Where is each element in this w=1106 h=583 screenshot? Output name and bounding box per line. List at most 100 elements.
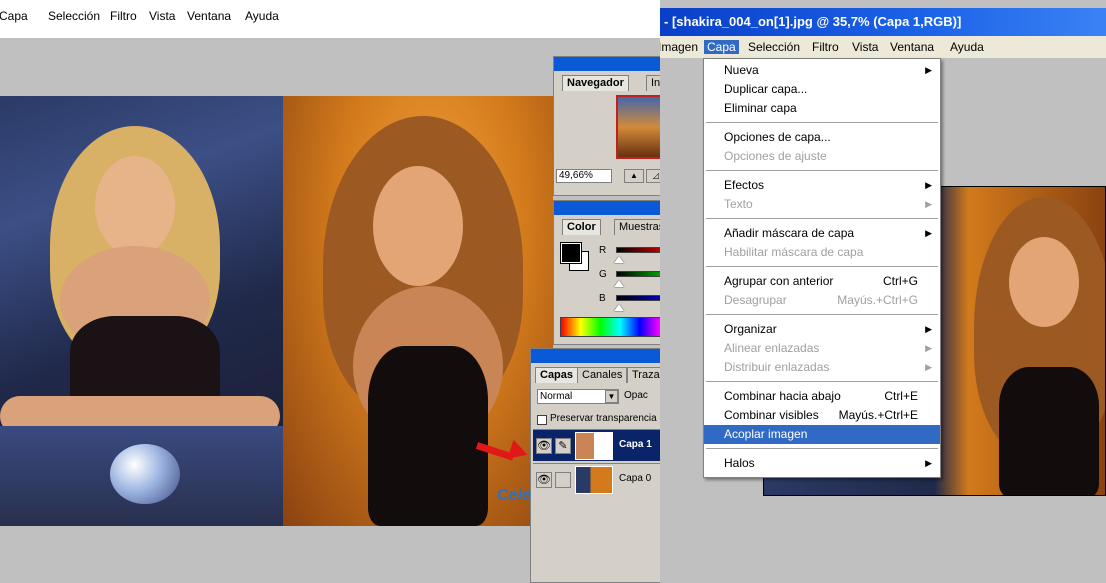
face-shape (1009, 237, 1079, 327)
palette-titlebar[interactable] (554, 57, 662, 71)
menu-item-halos[interactable]: Halos ▶ (704, 454, 940, 473)
layer-name[interactable]: Capa 0 (619, 473, 651, 484)
menu-item-shortcut: Mayús.+Ctrl+G (837, 293, 918, 307)
submenu-arrow-icon: ▶ (925, 65, 932, 75)
slider-r-label: R (599, 245, 607, 256)
window-title[interactable]: - [shakira_004_on[1].jpg @ 35,7% (Capa 1… (660, 8, 1106, 36)
menu-ventana[interactable]: Ventana (890, 40, 934, 54)
submenu-arrow-icon: ▶ (925, 228, 932, 238)
mountain-small-icon[interactable]: ▲ (624, 169, 644, 183)
crystal-ball (110, 444, 180, 504)
menu-item-label: Distribuir enlazadas (724, 360, 830, 374)
menu-separator (706, 170, 938, 171)
menu-seleccion[interactable]: Selección (748, 40, 800, 54)
menu-item-duplicar-capa[interactable]: Duplicar capa... (704, 80, 940, 99)
menu-item-eliminar-capa[interactable]: Eliminar capa (704, 99, 940, 118)
menu-separator (706, 448, 938, 449)
menu-item-label: Halos (724, 456, 755, 470)
slider-r-knob[interactable] (614, 256, 624, 263)
menu-item-label: Combinar hacia abajo (724, 389, 841, 403)
menu-separator (706, 314, 938, 315)
menu-item-label: Habilitar máscara de capa (724, 245, 864, 259)
preserve-transparency-checkbox[interactable] (537, 415, 547, 425)
menu-item-acoplar-imagen[interactable]: Acoplar imagen (704, 425, 940, 444)
watermark-text: Cele (497, 487, 531, 504)
menu-item-shortcut: Ctrl+G (882, 274, 918, 288)
slider-b-label: B (599, 293, 606, 304)
tab-navegador[interactable]: Navegador (562, 75, 629, 91)
menu-item-label: Añadir máscara de capa (724, 226, 855, 240)
chevron-down-icon[interactable]: ▼ (605, 390, 618, 403)
menu-item-alinear-enlazadas[interactable]: Alinear enlazadas ▶ (704, 339, 940, 358)
palette-titlebar[interactable] (531, 349, 669, 363)
menu-item-organizar[interactable]: Organizar ▶ (704, 320, 940, 339)
brush-icon[interactable]: ✎ (555, 438, 571, 454)
eye-icon[interactable]: 👁 (536, 472, 552, 488)
preserve-transparency-label: Preservar transparencia (550, 413, 657, 424)
layer-name[interactable]: Capa 1 (619, 439, 652, 450)
menu-item-opciones-de-capa[interactable]: Opciones de capa... (704, 128, 940, 147)
menu-item-label: Organizar (724, 322, 777, 336)
menu-item-texto[interactable]: Texto ▶ (704, 195, 940, 214)
menu-imagen[interactable]: Imagen (660, 40, 698, 54)
zoom-input[interactable]: 49,66% (556, 169, 612, 183)
layers-palette: Capas Canales Trazados Normal ▼ Opac Pre… (530, 348, 670, 583)
tab-capas[interactable]: Capas (535, 367, 579, 383)
color-spectrum-bar[interactable] (560, 317, 662, 337)
slider-g-track[interactable] (616, 271, 662, 277)
menu-vista[interactable]: Vista (852, 40, 878, 54)
slider-g-knob[interactable] (614, 280, 624, 287)
menu-vista[interactable]: Vista (149, 9, 175, 23)
menu-item-distribuir-enlazadas[interactable]: Distribuir enlazadas ▶ (704, 358, 940, 377)
layer-thumbnail (575, 432, 613, 460)
submenu-arrow-icon: ▶ (925, 199, 932, 209)
layer-row-capa-0[interactable]: 👁 Capa 0 (533, 463, 669, 495)
menu-item-label: Combinar visibles (724, 408, 819, 422)
submenu-arrow-icon: ▶ (925, 343, 932, 353)
slider-r-track[interactable] (616, 247, 662, 253)
menu-item-efectos[interactable]: Efectos ▶ (704, 176, 940, 195)
menu-filtro[interactable]: Filtro (110, 9, 137, 23)
foreground-color-swatch[interactable] (560, 242, 582, 264)
menu-capa-open[interactable]: Capa (704, 40, 739, 54)
slider-b-knob[interactable] (614, 304, 624, 311)
menu-item-habilitar-mascara[interactable]: Habilitar máscara de capa (704, 243, 940, 262)
menu-item-shortcut: Ctrl+E (884, 389, 918, 403)
menu-item-agrupar-con-anterior[interactable]: Agrupar con anterior Ctrl+G (704, 272, 940, 291)
layer-row-capa-1[interactable]: 👁 ✎ Capa 1 (533, 429, 669, 461)
menu-item-label: Duplicar capa... (724, 82, 808, 96)
navigator-palette: Navegador Info 49,66% ▲ ◿ (553, 56, 663, 196)
menu-item-opciones-de-ajuste[interactable]: Opciones de ajuste (704, 147, 940, 166)
menu-item-anadir-mascara[interactable]: Añadir máscara de capa ▶ (704, 224, 940, 243)
tab-muestras[interactable]: Muestras (614, 219, 662, 235)
menu-ayuda[interactable]: Ayuda (950, 40, 984, 54)
face-shape (95, 156, 175, 256)
slider-b-track[interactable] (616, 295, 662, 301)
tab-color[interactable]: Color (562, 219, 601, 235)
submenu-arrow-icon: ▶ (925, 362, 932, 372)
menu-item-label: Agrupar con anterior (724, 274, 834, 288)
menu-item-desagrupar[interactable]: Desagrupar Mayús.+Ctrl+G (704, 291, 940, 310)
photo-layer-left (0, 96, 283, 526)
menu-item-combinar-visibles[interactable]: Combinar visibles Mayús.+Ctrl+E (704, 406, 940, 425)
menu-ayuda[interactable]: Ayuda (245, 9, 279, 23)
menu-item-label: Desagrupar (724, 293, 787, 307)
menu-item-label: Opciones de capa... (724, 130, 831, 144)
menu-separator (706, 122, 938, 123)
menu-item-label: Eliminar capa (724, 101, 797, 115)
menu-filtro[interactable]: Filtro (812, 40, 839, 54)
menu-seleccion[interactable]: Selección (48, 9, 100, 23)
brush-slot[interactable] (555, 472, 571, 488)
navigator-preview[interactable] (616, 95, 662, 159)
eye-icon[interactable]: 👁 (536, 438, 552, 454)
menu-capa[interactable]: Capa (0, 9, 28, 23)
menu-ventana[interactable]: Ventana (187, 9, 231, 23)
palette-titlebar[interactable] (554, 201, 662, 215)
menu-item-combinar-hacia-abajo[interactable]: Combinar hacia abajo Ctrl+E (704, 387, 940, 406)
menu-item-nueva[interactable]: Nueva ▶ (704, 61, 940, 80)
menu-separator (706, 266, 938, 267)
tab-canales[interactable]: Canales (577, 367, 628, 383)
slider-g-label: G (599, 269, 607, 280)
right-menubar: Imagen Capa Selección Filtro Vista Venta… (660, 36, 1106, 58)
menu-separator (706, 218, 938, 219)
